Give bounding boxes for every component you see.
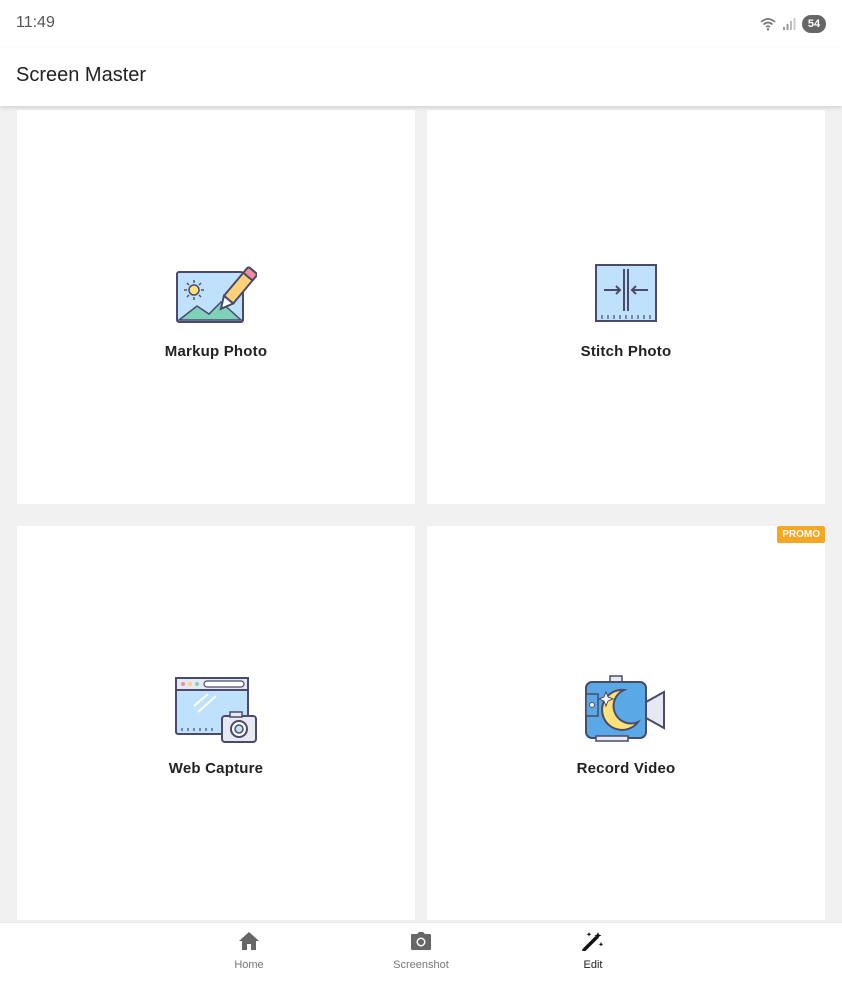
app-bar: Screen Master	[0, 48, 842, 106]
stitch-photo-label: Stitch Photo	[580, 343, 672, 360]
wifi-icon	[760, 18, 776, 31]
nav-screenshot[interactable]: Screenshot	[371, 931, 471, 971]
record-video-icon	[585, 675, 665, 742]
stitch-photo-icon	[595, 264, 657, 322]
signal-icon	[783, 18, 796, 30]
web-capture-icon	[175, 677, 257, 743]
record-video-card[interactable]: PROMO Record Video	[427, 526, 825, 920]
web-capture-card[interactable]: Web Capture	[17, 526, 415, 920]
nav-edit[interactable]: Edit	[543, 931, 643, 971]
nav-edit-label: Edit	[583, 959, 603, 971]
home-icon	[239, 932, 259, 950]
camera-icon	[411, 932, 431, 950]
promo-badge: PROMO	[777, 526, 825, 543]
status-time: 11:49	[16, 14, 55, 31]
nav-home[interactable]: Home	[199, 931, 299, 971]
record-video-label: Record Video	[576, 760, 676, 777]
markup-photo-card[interactable]: Markup Photo	[17, 110, 415, 504]
markup-photo-icon	[176, 266, 257, 323]
magic-wand-icon	[582, 932, 604, 951]
bottom-nav: Home Screenshot Edit	[0, 922, 842, 981]
stitch-photo-card[interactable]: Stitch Photo	[427, 110, 825, 504]
web-capture-label: Web Capture	[168, 760, 264, 777]
nav-screenshot-label: Screenshot	[393, 959, 449, 971]
app-title: Screen Master	[16, 64, 147, 86]
markup-photo-label: Markup Photo	[164, 343, 268, 360]
nav-home-label: Home	[234, 959, 264, 971]
battery-indicator: 54	[802, 15, 826, 33]
status-icons: 54	[760, 14, 826, 34]
status-bar: 11:49 54	[0, 0, 842, 48]
